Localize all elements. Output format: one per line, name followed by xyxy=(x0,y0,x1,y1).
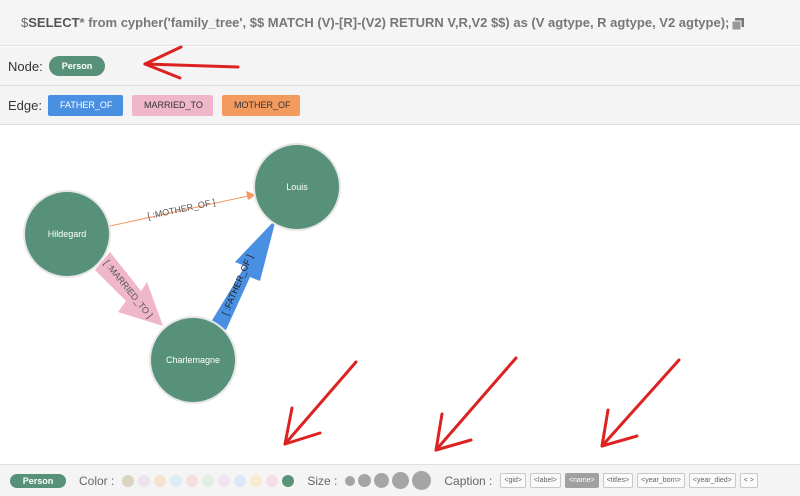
caption-option-year-died[interactable]: <year_died> xyxy=(688,473,736,488)
edge-married-to[interactable]: [ :MARRIED_TO ] xyxy=(95,252,163,326)
color-label: Color : xyxy=(79,473,115,488)
size-option-1[interactable] xyxy=(345,475,356,486)
color-swatch-8[interactable] xyxy=(234,474,247,487)
size-options xyxy=(345,471,434,490)
color-swatch-11[interactable] xyxy=(282,474,295,487)
caption-option-year-born[interactable]: <year_born> xyxy=(637,473,685,488)
edge-label-married-to[interactable]: MARRIED_TO xyxy=(131,94,213,116)
color-swatches xyxy=(122,474,298,487)
color-swatch-5[interactable] xyxy=(186,474,199,487)
node-charlemagne[interactable]: Charlemagne xyxy=(149,316,237,404)
color-swatch-3[interactable] xyxy=(154,474,167,487)
node-charlemagne-label: Charlemagne xyxy=(166,355,220,365)
size-option-2[interactable] xyxy=(358,474,372,487)
edge-legend-row: Edge: FATHER_OF MARRIED_TO MOTHER_OF xyxy=(0,86,800,125)
caption-option-gid[interactable]: <gid> xyxy=(500,473,526,488)
edge-mother-of-label: [ :MOTHER_OF ] xyxy=(147,197,217,221)
graph-canvas[interactable]: [ :MOTHER_OF ] [ :MARRIED_TO ] [ :FATHER… xyxy=(0,126,800,464)
graph-svg[interactable]: [ :MOTHER_OF ] [ :MARRIED_TO ] [ :FATHER… xyxy=(0,126,800,464)
size-option-4[interactable] xyxy=(392,472,410,489)
edge-label-mother-of[interactable]: MOTHER_OF xyxy=(221,94,300,116)
query-keyword: SELECT xyxy=(28,15,80,30)
size-label: Size : xyxy=(307,473,338,488)
edge-father-of[interactable]: [ :FATHER_OF ] xyxy=(211,219,276,330)
query-bar: $ SELECT * from cypher('family_tree', $$… xyxy=(0,0,800,46)
color-swatch-10[interactable] xyxy=(266,474,279,487)
color-swatch-6[interactable] xyxy=(202,474,215,487)
caption-option-name[interactable]: <name> xyxy=(564,473,599,488)
node-row-label: Node: xyxy=(8,58,43,74)
caption-options: <gid> <label> <name> <titles> <year_born… xyxy=(500,473,762,488)
selected-label-person[interactable]: Person xyxy=(10,473,66,488)
style-bar: Person Color : Size : Caption : <gid> <l… xyxy=(0,464,800,496)
copy-icon[interactable] xyxy=(731,17,745,30)
node-legend-row: Node: Person xyxy=(0,47,800,86)
edge-row-label: Edge: xyxy=(8,97,42,113)
copy-icon-svg xyxy=(731,17,745,30)
edge-mother-of[interactable]: [ :MOTHER_OF ] xyxy=(109,191,256,227)
node-hildegard[interactable]: Hildegard xyxy=(23,190,111,278)
node-label-person[interactable]: Person xyxy=(48,56,106,76)
caption-option-label[interactable]: <label> xyxy=(529,473,561,488)
node-louis-label: Louis xyxy=(286,182,308,192)
size-option-3[interactable] xyxy=(374,473,390,488)
color-swatch-9[interactable] xyxy=(250,474,263,487)
edge-label-father-of[interactable]: FATHER_OF xyxy=(47,94,123,116)
caption-label: Caption : xyxy=(444,473,493,488)
caption-option-none[interactable]: < > xyxy=(739,473,758,488)
color-swatch-4[interactable] xyxy=(170,474,183,487)
size-option-5[interactable] xyxy=(412,471,432,490)
node-louis[interactable]: Louis xyxy=(253,143,341,231)
caption-option-titles[interactable]: <titles> xyxy=(602,473,634,488)
color-swatch-7[interactable] xyxy=(218,474,231,487)
query-prefix: $ xyxy=(21,15,29,30)
color-swatch-1[interactable] xyxy=(122,474,135,487)
query-text: * from cypher('family_tree', $$ MATCH (V… xyxy=(79,15,730,30)
node-hildegard-label: Hildegard xyxy=(48,229,87,239)
color-swatch-2[interactable] xyxy=(138,474,151,487)
